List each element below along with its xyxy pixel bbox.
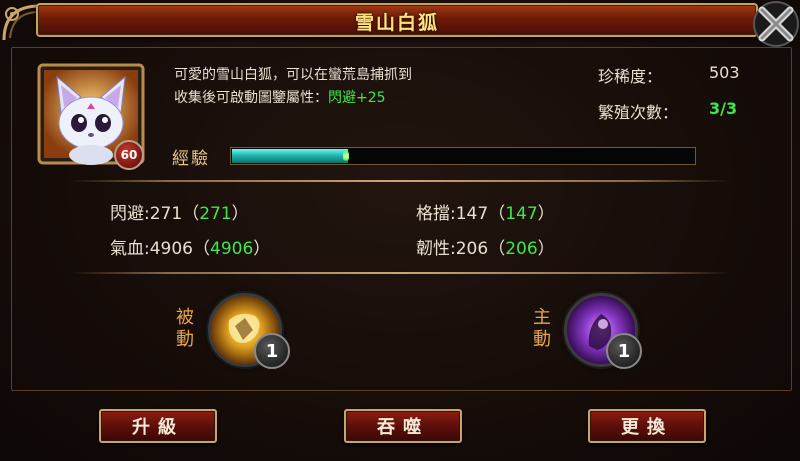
replace-button[interactable]: 更換 [588, 409, 706, 443]
attr-block: 格擋:147（147） [416, 204, 555, 224]
description-line-1: 可愛的雪山白狐，可以在蠻荒島捕抓到 [174, 67, 412, 83]
breed-value: 3/3 [709, 99, 738, 118]
attr-dodge: 閃避:271（271） [110, 204, 249, 224]
close-button[interactable] [752, 0, 800, 48]
description-line-2: 收集後可啟動圖鑒屬性：閃避+25 [174, 87, 554, 110]
pet-level-badge: 60 [114, 140, 144, 170]
pet-description: 可愛的雪山白狐，可以在蠻荒島捕抓到 收集後可啟動圖鑒屬性：閃避+25 [174, 64, 554, 110]
exp-label: 經驗 [172, 149, 210, 169]
active-skill-count: 1 [606, 333, 642, 369]
collection-bonus-value: 閃避+25 [328, 90, 386, 106]
rarity-label: 珍稀度： [598, 67, 663, 86]
rarity-value: 503 [709, 63, 740, 82]
attr-hp: 氣血:4906（4906） [110, 239, 271, 259]
attr-hp-name: 氣血 [110, 239, 144, 259]
passive-skill-label: 被 動 [176, 307, 194, 350]
attr-dodge-total: 271 [199, 204, 232, 224]
attr-dodge-base: 271 [149, 204, 183, 224]
attr-hp-total: 4906 [210, 239, 254, 259]
window-title: 雪山白狐 [354, 12, 439, 34]
divider-bottom [70, 272, 730, 274]
devour-button[interactable]: 吞噬 [344, 409, 462, 443]
attr-block-base: 147 [455, 204, 489, 224]
attr-block-total: 147 [505, 204, 538, 224]
breed-label: 繁殖次數： [598, 103, 679, 122]
attr-toughness: 韌性:206（206） [416, 239, 555, 259]
rarity-row: 珍稀度： [598, 63, 662, 87]
active-skill-label: 主 動 [533, 307, 551, 350]
attr-toughness-total: 206 [505, 239, 538, 259]
attr-block-name: 格擋 [416, 204, 450, 224]
exp-bar [230, 147, 696, 165]
attr-hp-base: 4906 [149, 239, 193, 259]
pet-info-window: 雪山白狐 60 可愛的雪山白狐，可以在蠻荒島捕抓到 收集後可啟動圖鑒屬性：閃避+… [0, 0, 800, 461]
title-bar: 雪山白狐 [36, 3, 758, 37]
close-icon [753, 1, 799, 47]
attr-toughness-name: 韌性 [416, 239, 450, 259]
attr-dodge-name: 閃避 [110, 204, 144, 224]
upgrade-button[interactable]: 升級 [99, 409, 217, 443]
divider-top [70, 180, 730, 182]
attr-toughness-base: 206 [455, 239, 489, 259]
breed-row: 繁殖次數： [598, 99, 678, 123]
exp-bar-fill [232, 149, 348, 163]
exp-bar-spark [343, 150, 349, 162]
collection-bonus-label: 收集後可啟動圖鑒屬性： [174, 90, 328, 106]
passive-skill-count: 1 [254, 333, 290, 369]
